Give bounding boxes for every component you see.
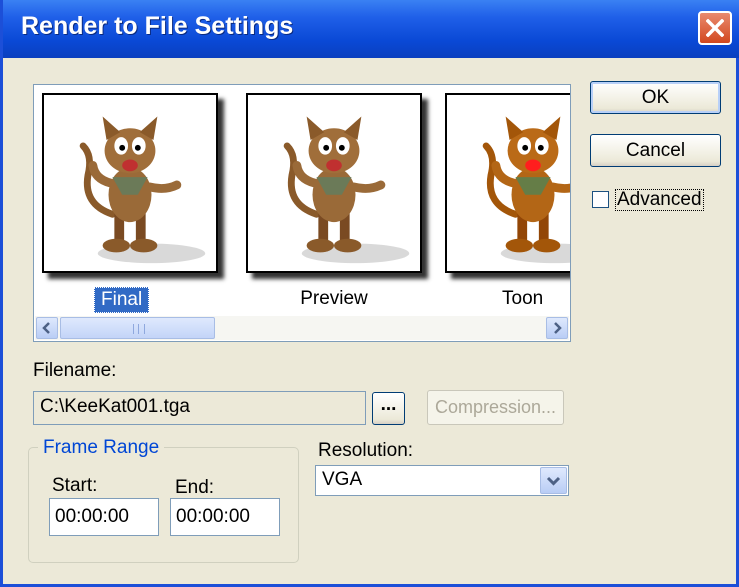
thumbnail-label-toon[interactable]: Toon bbox=[502, 287, 543, 311]
title-bar[interactable]: Render to File Settings bbox=[3, 0, 739, 58]
character-image-final bbox=[44, 95, 216, 271]
compression-button[interactable]: Compression... bbox=[427, 390, 564, 425]
dropdown-button[interactable] bbox=[540, 467, 567, 494]
resolution-value: VGA bbox=[322, 469, 363, 490]
end-time-field[interactable]: 00:00:00 bbox=[170, 498, 280, 536]
dropdown-arrow-icon bbox=[546, 476, 561, 486]
scroll-right-icon bbox=[554, 322, 562, 334]
character-image-preview bbox=[248, 95, 420, 271]
start-label: Start: bbox=[52, 475, 98, 496]
resolution-label: Resolution: bbox=[318, 440, 414, 461]
scroll-thumb[interactable] bbox=[60, 317, 215, 339]
browse-button[interactable]: ... bbox=[372, 392, 405, 425]
character-image-toon bbox=[447, 95, 571, 271]
frame-range-title: Frame Range bbox=[38, 437, 165, 459]
close-icon bbox=[706, 19, 724, 37]
resolution-select[interactable]: VGA bbox=[315, 465, 569, 496]
filename-label: Filename: bbox=[33, 360, 117, 381]
ok-button[interactable]: OK bbox=[590, 81, 721, 114]
scroll-right-button[interactable] bbox=[546, 317, 568, 339]
advanced-label[interactable]: Advanced bbox=[615, 189, 704, 211]
scroll-left-icon bbox=[42, 322, 50, 334]
horizontal-scrollbar[interactable] bbox=[35, 316, 569, 340]
dialog-window: Render to File Settings Final Preview To… bbox=[0, 0, 739, 587]
thumbnail-toon[interactable] bbox=[445, 93, 571, 273]
thumbnail-label-preview[interactable]: Preview bbox=[289, 287, 379, 311]
close-button[interactable] bbox=[698, 11, 732, 45]
thumbnail-final[interactable] bbox=[42, 93, 218, 273]
dialog-title: Render to File Settings bbox=[21, 12, 294, 40]
filename-field[interactable]: C:\KeeKat001.tga bbox=[33, 391, 366, 425]
render-style-gallery[interactable]: Final Preview Toon bbox=[33, 84, 571, 342]
end-label: End: bbox=[175, 477, 215, 498]
thumbnail-label-final[interactable]: Final bbox=[94, 287, 150, 313]
cancel-button[interactable]: Cancel bbox=[590, 134, 721, 167]
start-time-field[interactable]: 00:00:00 bbox=[49, 498, 159, 536]
scroll-left-button[interactable] bbox=[36, 317, 58, 339]
thumbnail-preview[interactable] bbox=[246, 93, 422, 273]
advanced-checkbox[interactable] bbox=[592, 191, 609, 208]
